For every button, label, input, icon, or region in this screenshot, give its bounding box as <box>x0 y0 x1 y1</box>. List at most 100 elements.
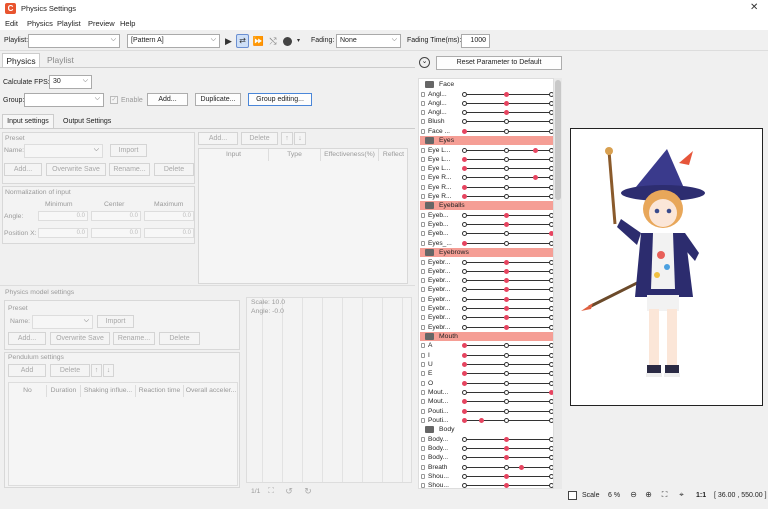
parameter-current-value-dot[interactable] <box>503 268 509 274</box>
tab-input-settings[interactable]: Input settings <box>2 114 54 129</box>
parameter-row[interactable]: Angl... <box>420 90 553 99</box>
parameter-row[interactable]: Body... <box>420 453 553 462</box>
parameter-key-dot[interactable] <box>462 222 467 228</box>
loop-icon[interactable]: ⇄ <box>236 34 249 48</box>
parameter-key-dot[interactable] <box>462 268 467 274</box>
parameter-key-dot[interactable] <box>462 259 467 265</box>
center-view-icon[interactable]: ⌖ <box>676 489 687 501</box>
parameter-row[interactable]: Breath <box>420 463 553 472</box>
reset-parameters-button[interactable]: Reset Parameter to Default <box>436 56 562 70</box>
play-icon[interactable]: ▶ <box>223 35 234 47</box>
skip-icon[interactable]: ⏩ <box>252 35 265 47</box>
parameter-row[interactable]: Eyebr... <box>420 267 553 276</box>
parameter-row[interactable]: Eyeb... <box>420 211 553 220</box>
model-preview-canvas[interactable] <box>570 128 763 406</box>
parameter-row[interactable]: Shou... <box>420 481 553 488</box>
parameter-key-dot[interactable] <box>462 278 467 284</box>
parameter-key-dot[interactable] <box>462 110 467 116</box>
parameter-row[interactable]: Angl... <box>420 108 553 117</box>
parameter-row[interactable]: A <box>420 341 553 350</box>
parameter-current-value-dot[interactable] <box>503 222 509 228</box>
parameter-row[interactable]: Blush <box>420 117 553 126</box>
parameter-row[interactable]: Body... <box>420 444 553 453</box>
model-preset-import-button[interactable]: Import <box>97 315 134 328</box>
fading-select[interactable]: None <box>336 34 401 48</box>
parameter-key-dot[interactable] <box>462 315 467 321</box>
zoom-in-icon[interactable]: ⊕ <box>643 489 654 501</box>
parameter-row[interactable]: Angl... <box>420 99 553 108</box>
input-preset-rename-button[interactable]: Rename... <box>109 163 150 176</box>
position-max-input[interactable]: 0.0 <box>144 228 194 238</box>
input-preset-delete-button[interactable]: Delete <box>154 163 194 176</box>
parameter-current-value-dot[interactable] <box>479 417 485 423</box>
parameter-key-dot[interactable] <box>462 324 467 330</box>
parameter-current-value-dot[interactable] <box>503 91 509 97</box>
group-editing-button[interactable]: Group editing... <box>248 93 312 106</box>
parameter-current-value-dot[interactable] <box>503 473 509 479</box>
parameter-current-value-dot[interactable] <box>503 212 509 218</box>
parameter-key-dot[interactable] <box>503 417 509 423</box>
menu-preview[interactable]: Preview <box>88 19 115 28</box>
parameter-current-value-dot[interactable] <box>533 147 539 153</box>
parameter-current-value-dot[interactable] <box>518 464 524 470</box>
model-preset-delete-button[interactable]: Delete <box>159 332 200 345</box>
model-preset-name-select[interactable] <box>32 315 93 329</box>
parameter-row[interactable]: Eye R... <box>420 192 553 201</box>
parameter-group-header[interactable]: Face <box>420 80 553 89</box>
parameter-current-value-dot[interactable] <box>503 483 509 488</box>
parameter-key-dot[interactable] <box>503 119 509 125</box>
playlist-select[interactable] <box>28 34 120 48</box>
parameter-current-value-dot[interactable] <box>462 240 467 246</box>
parameter-key-dot[interactable] <box>462 119 467 125</box>
input-down-icon[interactable]: ↓ <box>294 132 306 145</box>
parameter-row[interactable]: Pouti... <box>420 416 553 425</box>
parameter-key-dot[interactable] <box>503 408 509 414</box>
parameter-key-dot[interactable] <box>503 184 509 190</box>
tab-output-settings[interactable]: Output Settings <box>63 118 111 125</box>
parameter-key-dot[interactable] <box>462 436 467 442</box>
menu-playlist[interactable]: Playlist <box>57 19 81 28</box>
ratio-button[interactable]: 1:1 <box>696 492 706 499</box>
parameter-key-dot[interactable] <box>462 455 467 461</box>
enable-checkbox[interactable]: ✓ <box>110 96 118 104</box>
record-icon[interactable] <box>283 37 292 46</box>
parameter-current-value-dot[interactable] <box>462 194 467 199</box>
fit-view-icon[interactable]: ⛶ <box>659 489 670 501</box>
parameter-current-value-dot[interactable] <box>503 324 509 330</box>
input-preset-overwrite-button[interactable]: Overwrite Save <box>46 163 106 176</box>
record-dropdown-icon[interactable]: ▾ <box>294 35 303 47</box>
parameter-key-dot[interactable] <box>462 212 467 218</box>
parameter-row[interactable]: Eyeb... <box>420 229 553 238</box>
parameter-current-value-dot[interactable] <box>462 380 467 386</box>
parameter-current-value-dot[interactable] <box>462 417 467 423</box>
parameter-row[interactable]: Face ... <box>420 127 553 136</box>
parameter-current-value-dot[interactable] <box>533 175 539 181</box>
parameter-group-header[interactable]: Body <box>420 425 553 434</box>
parameter-key-dot[interactable] <box>462 91 467 97</box>
rotate-left-icon[interactable]: ↺ <box>284 485 294 497</box>
angle-center-input[interactable]: 0.0 <box>91 211 141 221</box>
parameter-row[interactable]: Eyebr... <box>420 313 553 322</box>
parameter-row[interactable]: Eyeb... <box>420 220 553 229</box>
parameter-current-value-dot[interactable] <box>462 362 467 367</box>
model-preset-overwrite-button[interactable]: Overwrite Save <box>50 332 110 345</box>
parameter-row[interactable]: Eyebr... <box>420 295 553 304</box>
parameter-row[interactable]: O <box>420 379 553 388</box>
parameter-current-value-dot[interactable] <box>462 166 467 172</box>
input-preset-import-button[interactable]: Import <box>110 144 147 157</box>
horizontal-splitter[interactable] <box>0 285 415 286</box>
parameter-key-dot[interactable] <box>503 343 509 349</box>
input-up-icon[interactable]: ↑ <box>281 132 293 145</box>
angle-max-input[interactable]: 0.0 <box>144 211 194 221</box>
parameter-current-value-dot[interactable] <box>462 371 467 377</box>
parameter-key-dot[interactable] <box>503 194 509 199</box>
parameter-key-dot[interactable] <box>503 399 509 405</box>
parameter-current-value-dot[interactable] <box>503 296 509 302</box>
parameter-key-dot[interactable] <box>503 371 509 377</box>
input-delete-button[interactable]: Delete <box>241 132 278 145</box>
parameter-current-value-dot[interactable] <box>503 110 509 116</box>
input-preset-add-button[interactable]: Add... <box>4 163 42 176</box>
menu-edit[interactable]: Edit <box>5 19 18 28</box>
parameter-current-value-dot[interactable] <box>462 128 467 134</box>
parameter-key-dot[interactable] <box>462 287 467 293</box>
